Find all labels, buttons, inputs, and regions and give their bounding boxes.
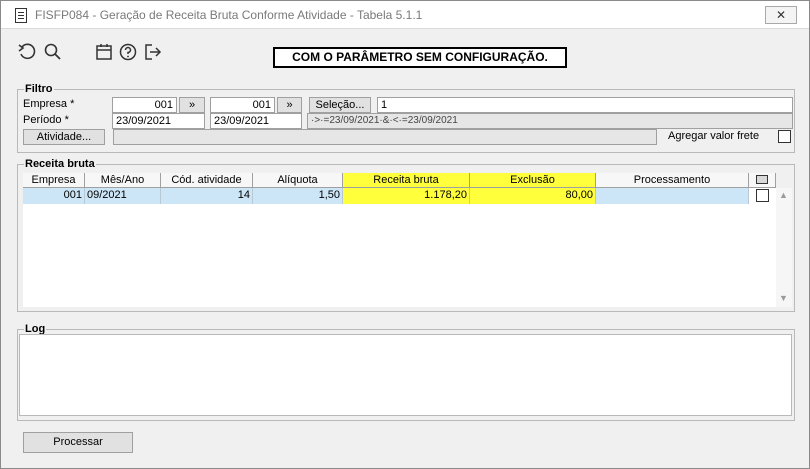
title-bar: FISFP084 - Geração de Receita Bruta Conf… <box>1 1 809 29</box>
parameter-warning-banner: COM O PARÂMETRO SEM CONFIGURAÇÃO. <box>273 47 567 68</box>
cell-aliquota: 1,50 <box>253 188 343 204</box>
col-empresa[interactable]: Empresa <box>23 173 85 188</box>
empresa-to-lookup-button[interactable]: » <box>277 97 302 113</box>
filtro-legend: Filtro <box>25 83 53 95</box>
window-title: FISFP084 - Geração de Receita Bruta Conf… <box>35 8 423 22</box>
col-exclusao[interactable]: Exclusão <box>470 173 596 188</box>
cell-mes-ano: 09/2021 <box>85 188 161 204</box>
col-aliquota[interactable]: Alíquota <box>253 173 343 188</box>
undo-icon[interactable] <box>17 42 39 64</box>
col-processamento[interactable]: Processamento <box>596 173 749 188</box>
selecao-input[interactable]: 1 <box>377 97 793 113</box>
scroll-up-icon[interactable]: ▲ <box>779 190 788 200</box>
close-button[interactable]: ✕ <box>765 6 797 24</box>
atividade-input[interactable] <box>113 129 657 145</box>
col-cod-atividade[interactable]: Cód. atividade <box>161 173 253 188</box>
agregar-frete-checkbox[interactable] <box>778 130 791 143</box>
row-select-checkbox[interactable] <box>756 189 769 202</box>
agregar-frete-label: Agregar valor frete <box>668 130 760 142</box>
app-window: FISFP084 - Geração de Receita Bruta Conf… <box>0 0 810 469</box>
cell-receita-bruta: 1.178,20 <box>343 188 470 204</box>
col-select-all[interactable] <box>749 173 776 188</box>
table-row[interactable]: 001 09/2021 14 1,50 1.178,20 80,00 <box>23 188 776 204</box>
empresa-from-lookup-button[interactable]: » <box>179 97 205 113</box>
cell-select <box>749 188 776 204</box>
document-icon <box>15 8 27 23</box>
periodo-to-input[interactable]: 23/09/2021 <box>210 113 302 129</box>
log-textarea[interactable] <box>19 334 792 416</box>
empresa-from-input[interactable]: 001 <box>112 97 177 113</box>
empresa-label: Empresa * <box>23 98 75 110</box>
col-receita-bruta[interactable]: Receita bruta <box>343 173 470 188</box>
cell-cod-atividade: 14 <box>161 188 253 204</box>
cell-exclusao: 80,00 <box>470 188 596 204</box>
search-icon[interactable] <box>43 42 65 64</box>
periodo-label: Período * <box>23 114 69 126</box>
exit-icon[interactable] <box>143 42 165 64</box>
calendar-icon[interactable] <box>94 42 116 64</box>
cell-empresa: 001 <box>23 188 85 204</box>
periodo-from-input[interactable]: 23/09/2021 <box>112 113 205 129</box>
col-mes-ano[interactable]: Mês/Ano <box>85 173 161 188</box>
empresa-to-input[interactable]: 001 <box>210 97 275 113</box>
help-icon[interactable] <box>118 42 140 64</box>
periodo-expression: ·>·=23/09/2021·&·<·=23/09/2021 <box>307 113 793 129</box>
scroll-down-icon[interactable]: ▼ <box>779 293 788 303</box>
cell-processamento <box>596 188 749 204</box>
receita-bruta-legend: Receita bruta <box>25 158 95 170</box>
grid-scrollbar[interactable]: ▲ ▼ <box>776 188 792 307</box>
processar-button[interactable]: Processar <box>23 432 133 453</box>
selecao-button[interactable]: Seleção... <box>309 97 371 113</box>
select-all-checkbox[interactable] <box>756 175 768 184</box>
atividade-button[interactable]: Atividade... <box>23 129 105 145</box>
grid-body: 001 09/2021 14 1,50 1.178,20 80,00 <box>23 188 776 307</box>
